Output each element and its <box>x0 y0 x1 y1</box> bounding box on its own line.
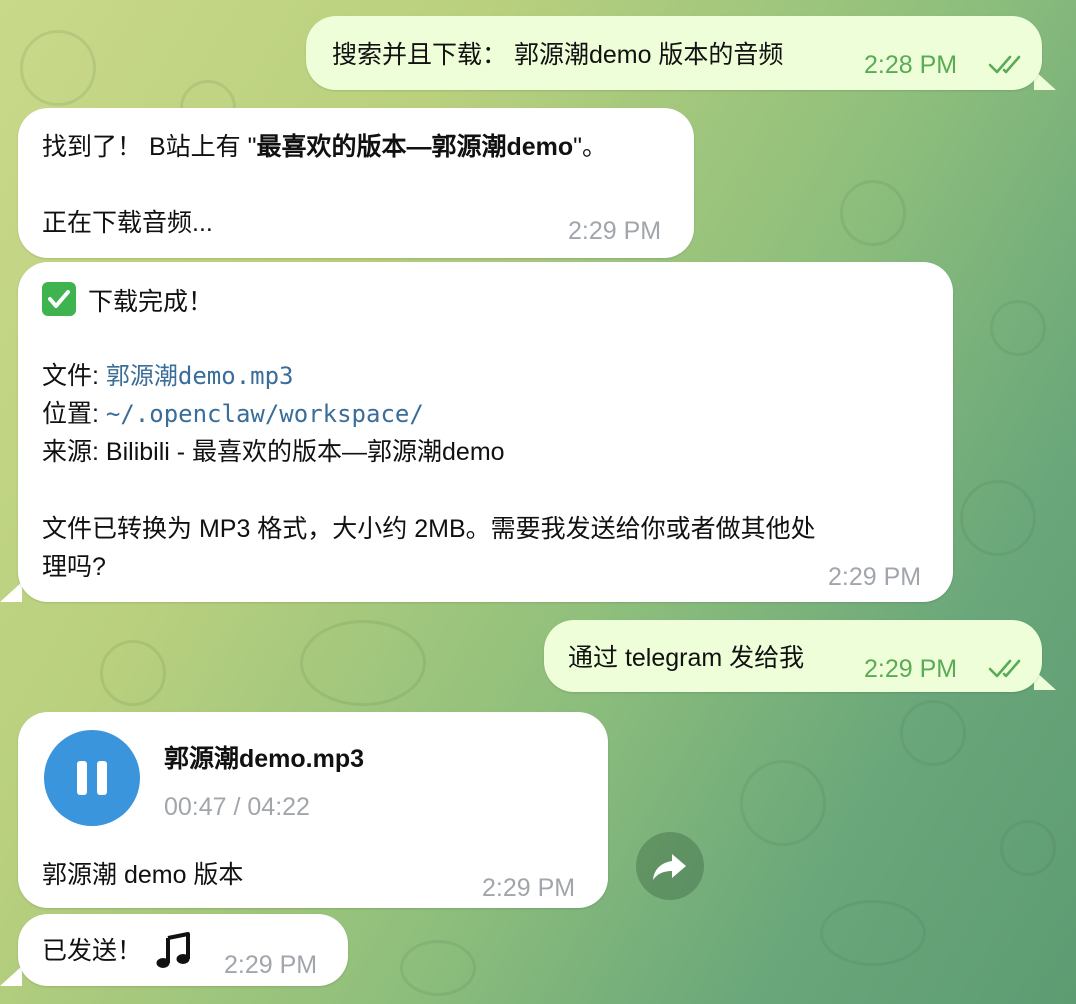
audio-progress: 00:47 / 04:22 <box>164 793 310 821</box>
message-text: "。 <box>573 133 608 161</box>
message-bubble-incoming[interactable]: 找到了！ B站上有 "最喜欢的版本—郭源潮demo"。 正在下载音频... 2:… <box>18 108 694 258</box>
message-time: 2:29 PM <box>224 951 318 979</box>
background-doodle <box>100 640 166 706</box>
message-time: 2:29 PM <box>568 217 662 245</box>
message-text: 搜索并且下载： 郭源潮demo 版本的音频 <box>332 41 784 69</box>
background-doodle <box>900 700 966 766</box>
double-check-icon <box>988 659 1021 678</box>
bubble-tail <box>0 966 22 986</box>
audio-message-bubble[interactable]: 郭源潮demo.mp3 00:47 / 04:22 郭源潮 demo 版本 2:… <box>18 712 608 908</box>
background-doodle <box>740 760 826 846</box>
background-doodle <box>840 180 906 246</box>
background-doodle <box>20 30 96 106</box>
message-time: 2:29 PM <box>828 563 922 591</box>
background-doodle <box>990 300 1046 356</box>
audio-title: 郭源潮demo.mp3 <box>164 745 365 773</box>
message-bubble-outgoing[interactable]: 通过 telegram 发给我 2:29 PM <box>544 620 1042 692</box>
chat-background: 搜索并且下载： 郭源潮demo 版本的音频 2:28 PM 找到了！ B站上有 … <box>0 0 1076 1004</box>
file-line: 文件: 郭源潮demo.mp3 <box>42 357 294 395</box>
message-bubble-outgoing[interactable]: 搜索并且下载： 郭源潮demo 版本的音频 2:28 PM <box>306 16 1042 90</box>
audio-caption: 郭源潮 demo 版本 <box>42 861 244 889</box>
file-label: 文件: <box>42 362 106 390</box>
message-time: 2:28 PM <box>864 51 958 79</box>
musical-note-icon <box>156 932 190 968</box>
message-text: 正在下载音频... <box>42 209 213 237</box>
message-bubble-incoming[interactable]: 已发送！ 2:29 PM <box>18 914 348 986</box>
message-bubble-incoming[interactable]: 下载完成！ 文件: 郭源潮demo.mp3 位置: ~/.openclaw/wo… <box>18 262 953 602</box>
message-time: 2:29 PM <box>482 874 576 902</box>
pause-button[interactable] <box>44 730 140 826</box>
location-label: 位置: <box>42 400 106 428</box>
double-check-icon <box>988 55 1021 74</box>
message-line: 找到了！ B站上有 "最喜欢的版本—郭源潮demo"。 <box>42 128 607 166</box>
forward-button[interactable] <box>636 832 704 900</box>
location-line: 位置: ~/.openclaw/workspace/ <box>42 395 424 433</box>
bold-text: 最喜欢的版本—郭源潮demo <box>256 133 574 161</box>
message-heading: 下载完成！ <box>88 288 214 316</box>
background-doodle <box>960 480 1036 556</box>
message-text: 理吗? <box>42 553 106 581</box>
background-doodle <box>1000 820 1056 876</box>
bubble-tail <box>0 582 22 602</box>
pause-icon <box>97 761 107 795</box>
forward-arrow-icon <box>653 854 686 880</box>
message-line: 下载完成！ <box>42 282 213 321</box>
message-text: 找到了！ B站上有 " <box>42 133 257 161</box>
location-path-code[interactable]: ~/.openclaw/workspace/ <box>106 400 424 428</box>
file-name-code[interactable]: 郭源潮demo.mp3 <box>106 362 294 390</box>
message-time: 2:29 PM <box>864 655 958 683</box>
message-text: 文件已转换为 MP3 格式，大小约 2MB。需要我发送给你或者做其他处 <box>42 515 816 543</box>
pause-icon <box>77 761 87 795</box>
background-doodle <box>820 900 926 966</box>
background-doodle <box>400 940 476 996</box>
message-text: 已发送！ <box>42 937 143 965</box>
source-label: 来源: <box>42 438 106 466</box>
message-text: 通过 telegram 发给我 <box>568 644 805 672</box>
source-value: Bilibili - 最喜欢的版本—郭源潮demo <box>105 438 505 466</box>
check-mark-button-icon <box>42 282 76 316</box>
background-doodle <box>300 620 426 706</box>
source-line: 来源: Bilibili - 最喜欢的版本—郭源潮demo <box>42 433 505 471</box>
